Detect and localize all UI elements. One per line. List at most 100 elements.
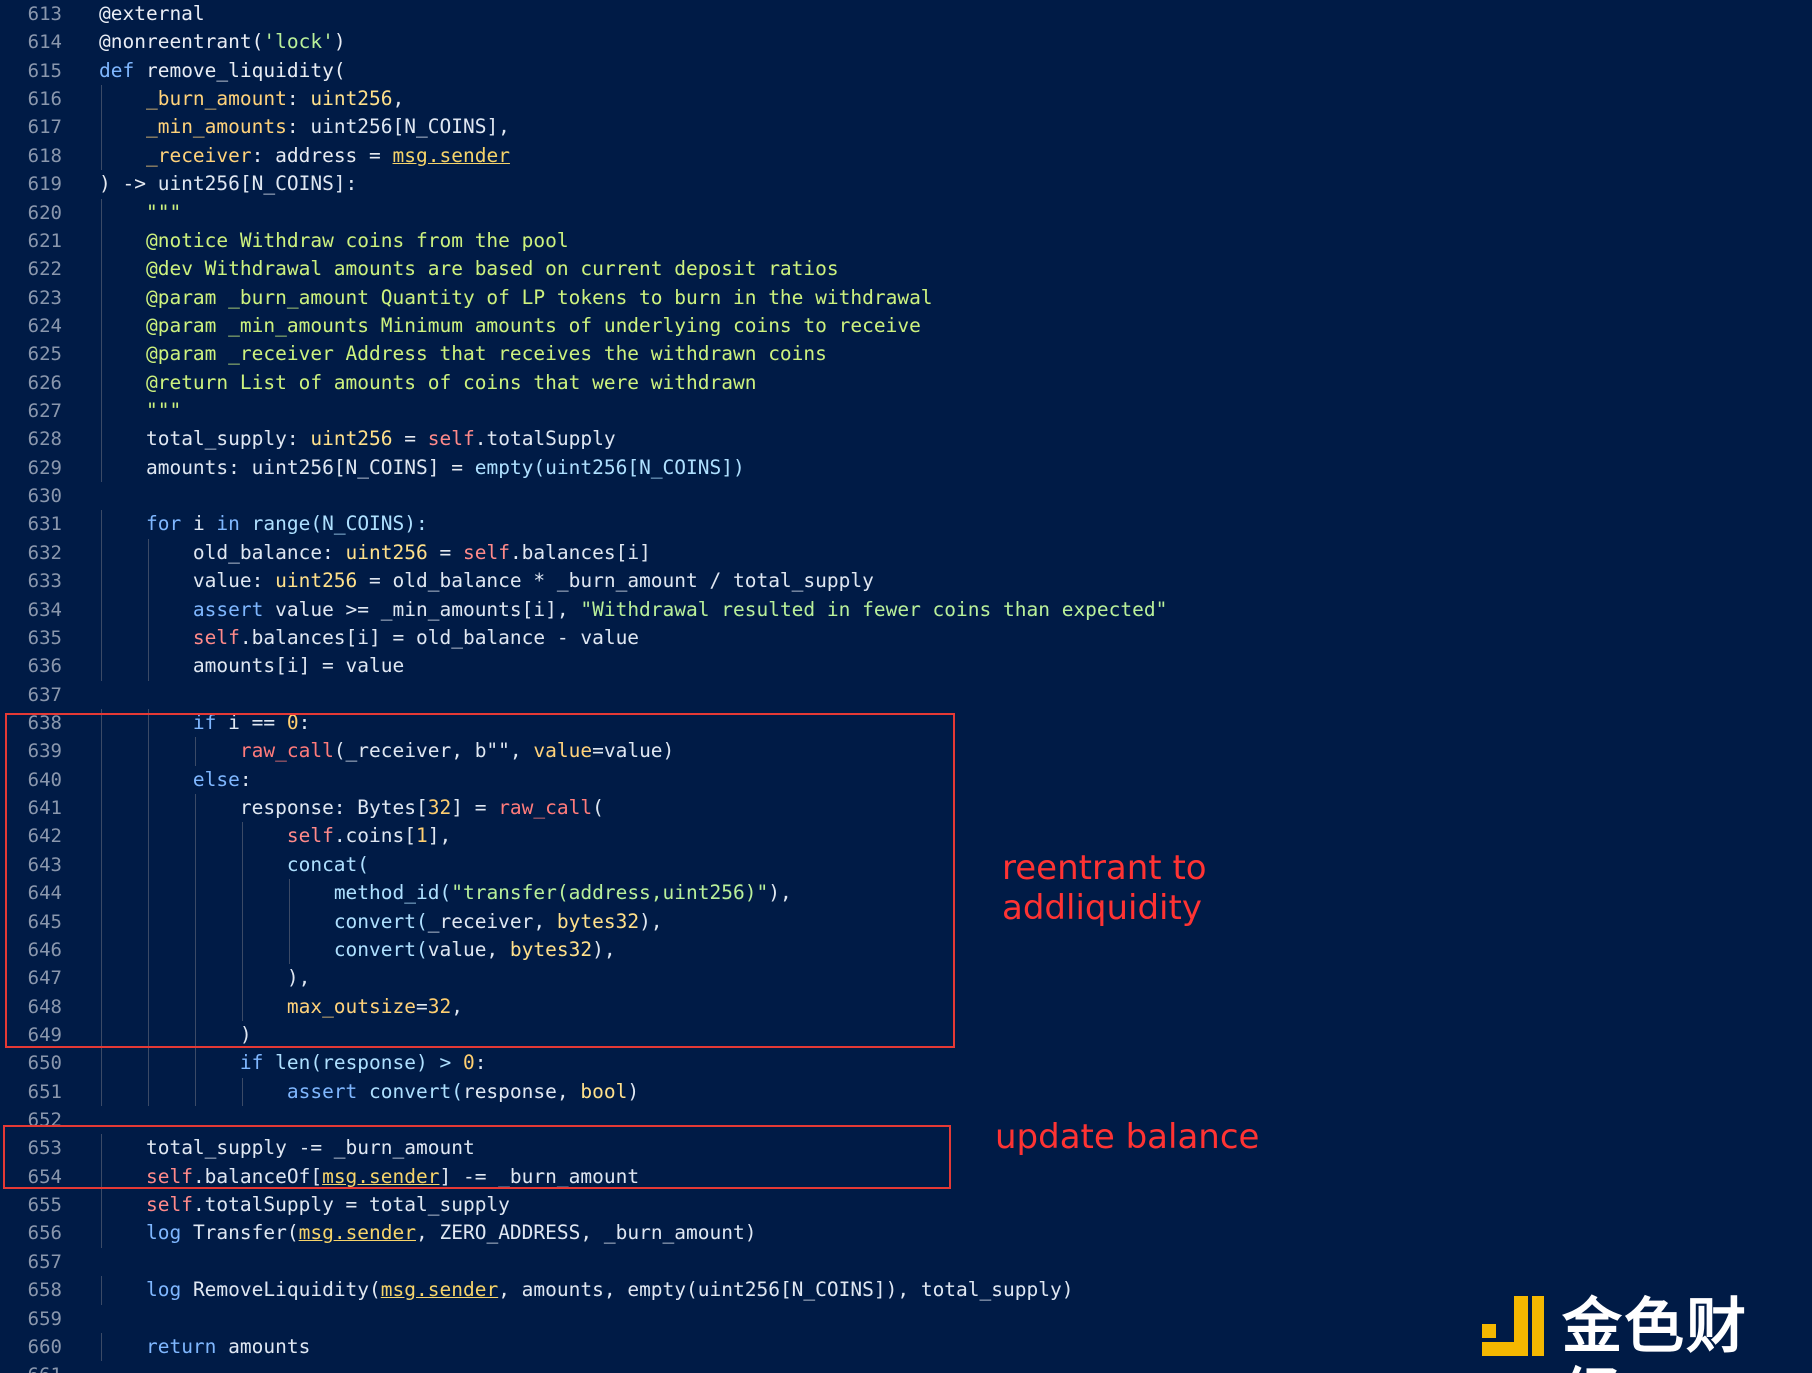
line-number: 633 [27, 570, 62, 593]
line-number: 651 [27, 1080, 62, 1103]
code-line[interactable]: 635 self.balances[i] = old_balance - val… [0, 623, 1812, 653]
code-line[interactable]: 619 ) -> uint256[N_COINS]: [0, 170, 1812, 198]
code-line[interactable]: 657 [0, 1248, 1812, 1276]
line-number: 629 [27, 456, 62, 479]
code-line[interactable]: 656 log Transfer(msg.sender, ZERO_ADDRES… [0, 1219, 1812, 1248]
line-number: 623 [27, 286, 62, 309]
line-number: 622 [27, 258, 62, 281]
line-code: assert value >= _min_amounts[i], "Withdr… [99, 596, 1167, 624]
code-line[interactable]: 620 """ [0, 198, 1812, 227]
code-line[interactable]: 631 for i in range(N_COINS): [0, 510, 1812, 539]
watermark-logo: 金色财经 [1480, 1290, 1800, 1373]
line-number: 661 [0, 1361, 62, 1373]
reentrant-label: reentrant to addliquidity [1002, 848, 1207, 928]
line-code: old_balance: uint256 = self.balances[i] [99, 539, 651, 567]
code-line[interactable]: 621 @notice Withdraw coins from the pool [0, 226, 1812, 256]
code-token: len(response) > [275, 1051, 463, 1075]
indent-guide [101, 141, 102, 171]
code-token: uint256 [310, 87, 393, 111]
code-token: @dev Withdrawal amounts are based on cur… [145, 257, 839, 281]
code-line[interactable]: 650 if len(response) > 0: [0, 1049, 1812, 1078]
line-code: assert convert(response, bool) [99, 1078, 639, 1106]
code-token: amounts[i] = value [192, 654, 405, 678]
code-token: amounts: [145, 455, 252, 479]
code-line[interactable]: 614 @nonreentrant('lock') [0, 28, 1812, 56]
code-token: if [239, 1051, 276, 1075]
line-code: _burn_amount: uint256, [99, 85, 404, 113]
code-token[interactable]: msg.sender [381, 1278, 498, 1301]
reentrant-label-line1: reentrant to [1002, 848, 1207, 888]
code-line[interactable]: 622 @dev Withdrawal amounts are based on… [0, 255, 1812, 284]
code-token: @param _burn_amount Quantity of LP token… [145, 285, 933, 309]
code-line[interactable]: 627 """ [0, 397, 1812, 426]
indent-guide [101, 595, 102, 624]
code-line[interactable]: 634 assert value >= _min_amounts[i], "Wi… [0, 595, 1812, 624]
code-token: empty(uint256[N_COINS]) [474, 455, 745, 479]
code-line[interactable]: 626 @return List of amounts of coins tha… [0, 368, 1812, 398]
code-token: uint256 [310, 427, 393, 451]
code-line[interactable]: 655 self.totalSupply = total_supply [0, 1191, 1812, 1220]
indent-guide [101, 113, 102, 142]
code-token: value >= _min_amounts[i], [275, 597, 581, 621]
code-line[interactable]: 629 amounts: uint256[N_COINS] = empty(ui… [0, 453, 1812, 483]
indent-guide [101, 1077, 102, 1107]
code-token: uint256[N_COINS] [251, 455, 440, 479]
code-editor[interactable]: 613 @external 614 @nonreentrant('lock') 615 d… [0, 0, 1812, 1373]
code-token[interactable]: msg.sender [299, 1221, 416, 1244]
line-number: 625 [27, 343, 62, 366]
line-code: ) -> uint256[N_COINS]: [99, 170, 357, 198]
line-number: 626 [27, 371, 62, 394]
indent-guide [148, 567, 149, 596]
line-number: 619 [27, 173, 62, 196]
line-code: @param _min_amounts Minimum amounts of u… [99, 312, 921, 340]
code-token: """ [145, 200, 182, 224]
code-line[interactable]: 651 assert convert(response, bool) [0, 1077, 1812, 1107]
code-line[interactable]: 632 old_balance: uint256 = self.balances… [0, 538, 1812, 568]
code-token: , ZERO_ADDRESS, _burn_amount) [416, 1221, 757, 1245]
code-line[interactable]: 630 [0, 482, 1812, 510]
code-line[interactable]: 616 _burn_amount: uint256, [0, 85, 1812, 114]
code-token: .balances[i] [509, 540, 651, 564]
reentrant-highlight-box [5, 713, 955, 1048]
code-line[interactable]: 623 @param _burn_amount Quantity of LP t… [0, 283, 1812, 312]
code-line[interactable]: 624 @param _min_amounts Minimum amounts … [0, 311, 1812, 341]
line-number: 650 [27, 1052, 62, 1075]
indent-guide [101, 510, 102, 539]
indent-guide [101, 1276, 102, 1305]
indent-guide [101, 652, 102, 681]
line-code: @nonreentrant('lock') [99, 28, 346, 56]
indent-guide [195, 1049, 196, 1078]
code-token: total_supply: [145, 427, 311, 451]
code-line[interactable]: 615 def remove_liquidity( [0, 57, 1812, 85]
code-token: "Withdrawal resulted in fewer coins than… [580, 597, 1168, 621]
code-token: : address = [251, 143, 393, 167]
line-code: self.totalSupply = total_supply [99, 1191, 510, 1219]
line-number: 634 [27, 598, 62, 621]
indent-guide [242, 1077, 243, 1107]
line-number: 637 [27, 683, 62, 706]
line-code: _receiver: address = msg.sender [99, 142, 510, 170]
code-line[interactable]: 628 total_supply: uint256 = self.totalSu… [0, 425, 1812, 454]
code-line[interactable]: 618 _receiver: address = msg.sender [0, 141, 1812, 171]
code-token: self [462, 540, 510, 564]
code-token: @external [99, 2, 205, 25]
code-line[interactable]: 625 @param _receiver Address that receiv… [0, 340, 1812, 369]
code-line[interactable]: 637 [0, 681, 1812, 709]
indent-guide [101, 85, 102, 114]
indent-guide [148, 538, 149, 568]
code-token: .totalSupply = total_supply [192, 1193, 510, 1217]
line-number: 627 [27, 400, 62, 423]
code-line[interactable]: 633 value: uint256 = old_balance * _burn… [0, 567, 1812, 596]
code-token: _min_amounts [145, 115, 287, 139]
code-line[interactable]: 617 _min_amounts: uint256[N_COINS], [0, 113, 1812, 142]
code-line[interactable]: 613 @external [0, 0, 1812, 28]
code-line[interactable]: 636 amounts[i] = value [0, 652, 1812, 681]
code-token: .totalSupply [474, 427, 616, 451]
line-number: 658 [27, 1279, 62, 1302]
line-code: @notice Withdraw coins from the pool [99, 227, 569, 255]
code-token[interactable]: msg.sender [393, 144, 510, 167]
line-code: self.balances[i] = old_balance - value [99, 624, 639, 652]
line-number: 620 [27, 201, 62, 224]
code-token: range(N_COINS): [251, 512, 428, 536]
brand-mark-icon [1482, 1296, 1544, 1356]
